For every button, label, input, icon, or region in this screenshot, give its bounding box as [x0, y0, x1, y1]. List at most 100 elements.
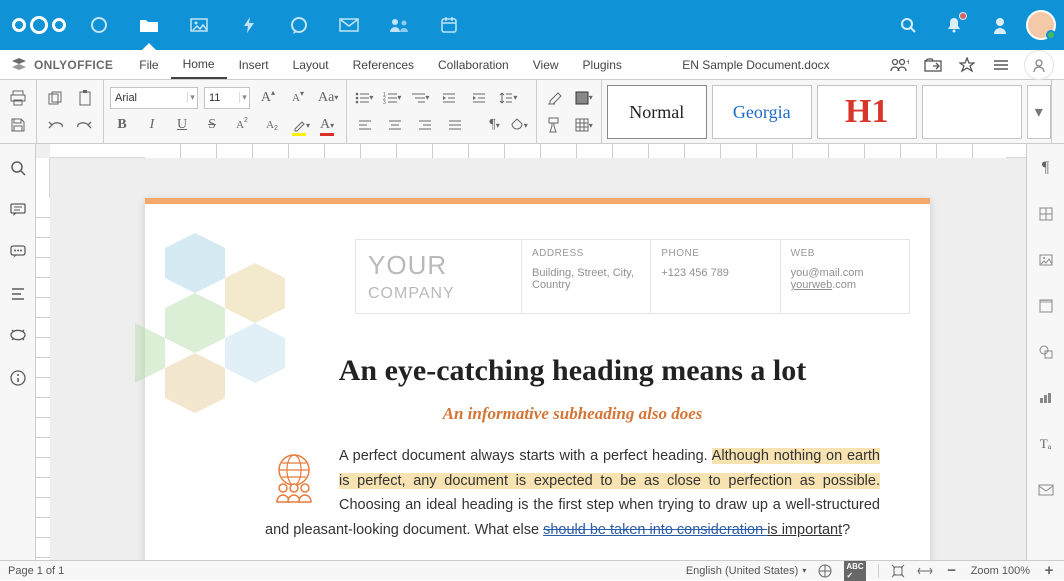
onlyoffice-logo[interactable]: ONLYOFFICE — [0, 50, 127, 79]
tab-plugins[interactable]: Plugins — [571, 50, 634, 79]
zoom-in-button[interactable]: + — [1042, 562, 1056, 579]
document-subheading: An informative subheading also does — [265, 404, 880, 424]
activity-app-icon[interactable] — [224, 0, 274, 50]
spellcheck-icon[interactable] — [818, 564, 832, 578]
search-icon[interactable] — [888, 5, 928, 45]
font-name-select[interactable]: Arial▾ — [110, 87, 198, 109]
underline-icon[interactable]: U — [170, 113, 194, 137]
home-toolbar: Arial▾ 11▾ A▴ A▾ Aa▾ B I U S A2 A2 ▾ A▾ … — [0, 80, 1064, 144]
style-georgia[interactable]: Georgia — [712, 85, 812, 139]
tracking-icon[interactable]: ABC✓ — [844, 561, 865, 581]
tab-layout[interactable]: Layout — [281, 50, 341, 79]
mail-app-icon[interactable] — [324, 0, 374, 50]
tab-home[interactable]: Home — [171, 50, 227, 79]
font-size-value: 11 — [205, 92, 239, 104]
horizontal-ruler[interactable] — [50, 144, 1026, 158]
border-icon[interactable]: ▾ — [573, 86, 595, 110]
strikethrough-icon[interactable]: S — [200, 113, 224, 137]
tab-collaboration[interactable]: Collaboration — [426, 50, 521, 79]
language-selector[interactable]: English (United States) ▾ — [686, 565, 807, 577]
favorite-star-icon[interactable] — [956, 54, 978, 76]
table-settings-icon[interactable] — [1034, 202, 1058, 226]
paste-icon[interactable] — [73, 86, 97, 110]
line-spacing-icon[interactable]: ▾ — [497, 86, 519, 110]
feedback-icon[interactable] — [6, 324, 30, 348]
decrease-font-icon[interactable]: A▾ — [286, 86, 310, 110]
notifications-icon[interactable] — [934, 5, 974, 45]
shape-settings-icon[interactable] — [1034, 340, 1058, 364]
decrease-indent-icon[interactable] — [437, 86, 461, 110]
align-justify-icon[interactable] — [443, 113, 467, 137]
tab-insert[interactable]: Insert — [227, 50, 281, 79]
bullets-icon[interactable]: ▾ — [353, 86, 375, 110]
save-icon[interactable] — [6, 113, 30, 137]
page-indicator[interactable]: Page 1 of 1 — [8, 565, 64, 577]
vertical-ruler[interactable] — [36, 158, 50, 560]
calendar-app-icon[interactable] — [424, 0, 474, 50]
image-settings-icon[interactable] — [1034, 248, 1058, 272]
italic-icon[interactable]: I — [140, 113, 164, 137]
style-normal[interactable]: Normal — [607, 85, 707, 139]
copy-style-icon[interactable] — [543, 113, 567, 137]
nextcloud-logo[interactable] — [12, 16, 66, 34]
files-app-icon[interactable] — [124, 0, 174, 50]
table-icon[interactable]: ▾ — [573, 113, 595, 137]
contacts-app-icon[interactable] — [374, 0, 424, 50]
change-case-icon[interactable]: Aa▾ — [316, 86, 340, 110]
comments-icon[interactable] — [6, 198, 30, 222]
font-color-icon[interactable]: A▾ — [318, 113, 336, 137]
bold-icon[interactable]: B — [110, 113, 134, 137]
copy-icon[interactable] — [43, 86, 67, 110]
highlight-color-icon[interactable]: ▾ — [290, 113, 312, 137]
navigation-icon[interactable] — [6, 282, 30, 306]
find-icon[interactable] — [6, 156, 30, 180]
font-name-value: Arial — [111, 92, 187, 104]
about-icon[interactable] — [6, 366, 30, 390]
print-icon[interactable] — [6, 86, 30, 110]
tab-view[interactable]: View — [521, 50, 571, 79]
svg-text:+: + — [906, 58, 909, 67]
talk-app-icon[interactable] — [274, 0, 324, 50]
redo-icon[interactable] — [73, 113, 97, 137]
clear-style-icon[interactable] — [543, 86, 567, 110]
share-users-icon[interactable]: + — [888, 54, 910, 76]
style-h1[interactable]: H1 — [817, 85, 917, 139]
dashboard-app-icon[interactable] — [74, 0, 124, 50]
numbering-icon[interactable]: 123▾ — [381, 86, 403, 110]
mailmerge-icon[interactable] — [1034, 478, 1058, 502]
nonprinting-icon[interactable]: ¶▾ — [487, 113, 501, 137]
contacts-menu-icon[interactable] — [980, 5, 1020, 45]
multilevel-icon[interactable]: ▾ — [409, 86, 431, 110]
superscript-icon[interactable]: A2 — [230, 113, 254, 137]
style-empty[interactable] — [922, 85, 1022, 139]
underlined-text: is important — [767, 522, 842, 538]
style-more-icon[interactable]: ▾ — [1027, 85, 1051, 139]
zoom-out-button[interactable]: − — [945, 562, 959, 579]
tab-file[interactable]: File — [127, 50, 170, 79]
document-canvas[interactable]: YOUR COMPANY ADDRESS Building, Street, C… — [50, 158, 1026, 560]
increase-indent-icon[interactable] — [467, 86, 491, 110]
undo-icon[interactable] — [43, 113, 67, 137]
align-center-icon[interactable] — [383, 113, 407, 137]
subscript-icon[interactable]: A2 — [260, 113, 284, 137]
fit-width-icon[interactable] — [917, 566, 933, 576]
increase-font-icon[interactable]: A▴ — [256, 86, 280, 110]
chart-settings-icon[interactable] — [1034, 386, 1058, 410]
fit-page-icon[interactable] — [891, 564, 905, 578]
user-avatar[interactable] — [1026, 10, 1056, 40]
align-right-icon[interactable] — [413, 113, 437, 137]
open-location-icon[interactable] — [922, 54, 944, 76]
paragraph-settings-icon[interactable]: ¶ — [1034, 156, 1058, 180]
phone-value: +123 456 789 — [661, 267, 769, 279]
header-footer-icon[interactable] — [1034, 294, 1058, 318]
menu-icon[interactable] — [990, 54, 1012, 76]
font-size-select[interactable]: 11▾ — [204, 87, 250, 109]
shading-icon[interactable]: ▾ — [508, 113, 530, 137]
zoom-level[interactable]: Zoom 100% — [971, 565, 1030, 577]
align-left-icon[interactable] — [353, 113, 377, 137]
editor-user-icon[interactable] — [1024, 50, 1054, 80]
textart-settings-icon[interactable]: Tₐ — [1034, 432, 1058, 456]
chat-icon[interactable] — [6, 240, 30, 264]
photos-app-icon[interactable] — [174, 0, 224, 50]
tab-references[interactable]: References — [341, 50, 426, 79]
